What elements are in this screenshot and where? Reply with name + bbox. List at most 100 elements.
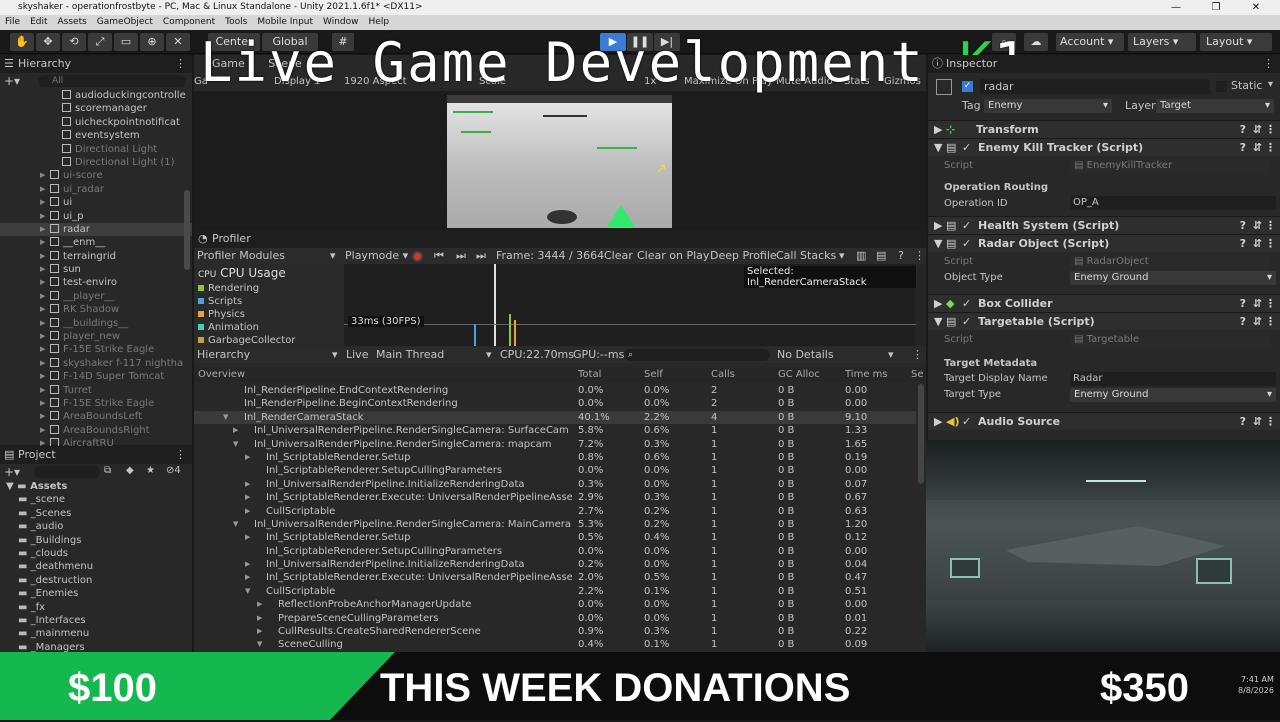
hierarchy-item[interactable]: ▶ F-15E Strike Eagle (0, 343, 192, 356)
cpu-module[interactable]: CPU CPU Usage Rendering Scripts Physics Ani… (194, 264, 344, 346)
collapsed-icon[interactable]: ▶ (245, 478, 250, 491)
add-icon[interactable]: +▾ (4, 465, 20, 479)
thread-dropdown[interactable]: Main Thread (376, 347, 444, 363)
next-frame-icon[interactable]: ⏭ (456, 248, 466, 264)
preset-icon[interactable]: ⇵ (1253, 413, 1262, 431)
hierarchy-item[interactable]: ▶ sun (0, 263, 192, 276)
foldout-icon[interactable]: ▶ (40, 263, 45, 276)
preset-icon[interactable]: ⇵ (1253, 313, 1262, 331)
collapsed-icon[interactable]: ▶ (245, 451, 250, 464)
profiler-row[interactable]: ▶ CullResults.CreateSharedRendererScene 0.… (194, 625, 916, 638)
preset-icon[interactable]: ⇵ (1253, 121, 1262, 139)
kebab-menu-icon[interactable]: ⋮ (1265, 413, 1276, 431)
legend-item[interactable]: Animation (194, 321, 344, 334)
add-icon[interactable]: +▾ (4, 74, 20, 88)
collapsed-icon[interactable]: ▶ (245, 505, 250, 518)
close-button[interactable]: ✕ (1236, 0, 1276, 15)
legend-item[interactable]: Rendering (194, 282, 344, 295)
expanded-icon[interactable]: ▼ (233, 438, 238, 451)
foldout-icon[interactable]: ▶ (40, 210, 45, 223)
hierarchy-item[interactable]: ▶ __enm__ (0, 236, 192, 249)
hierarchy-item[interactable]: ▶ AreaBoundsLeft (0, 410, 192, 423)
project-folder[interactable]: ▬ _destruction (0, 574, 192, 587)
profiler-row[interactable]: ▶ PrepareSceneCullingParameters 0.0% 0.0% 1 0… (194, 612, 916, 625)
profiler-row[interactable]: ▶ Inl_ScriptableRenderer.Setup 0.8% 0.6% 1 0 … (194, 451, 916, 464)
expanded-icon[interactable]: ▼ (257, 638, 262, 651)
profiler-row[interactable]: ▶ Inl_ScriptableRenderer.Execute: Univers… (194, 571, 916, 584)
assets-root[interactable]: ▼ ▬ Assets (0, 480, 192, 493)
hierarchy-item[interactable]: ▶ ui (0, 196, 192, 209)
enabled-checkbox[interactable]: ✓ (962, 235, 971, 253)
column-header[interactable]: Self (644, 367, 663, 382)
health-system-header[interactable]: ▶ ▤ ✓ Health System (Script) ? ⇵ ⋮ (928, 216, 1280, 234)
project-folder[interactable]: ▬ _deathmenu (0, 560, 192, 573)
filter-type-icon[interactable]: ⧉ (104, 465, 111, 476)
preset-icon[interactable]: ⇵ (1253, 235, 1262, 253)
foldout-icon[interactable]: ▶ (40, 410, 45, 423)
hierarchy-search-input[interactable]: All (38, 75, 186, 87)
enemy-kill-tracker-header[interactable]: ▼ ▤ ✓ Enemy Kill Tracker (Script) ? ⇵ ⋮ (928, 138, 1280, 156)
help-icon[interactable]: ? (1240, 121, 1246, 139)
layout-dropdown[interactable]: Layout ▾ (1200, 33, 1272, 51)
menu-file[interactable]: File (0, 15, 25, 30)
transform-tool-icon[interactable]: ⊕ (140, 33, 164, 51)
preset-icon[interactable]: ⇵ (1253, 295, 1262, 313)
legend-item[interactable]: GarbageCollector (194, 334, 344, 347)
save-icon[interactable]: ▤ (876, 248, 886, 264)
expanded-icon[interactable]: ▼ (233, 518, 238, 531)
layers-dropdown[interactable]: Layers ▾ (1128, 33, 1196, 51)
project-folder[interactable]: ▬ _Enemies (0, 587, 192, 600)
foldout-icon[interactable]: ▶ (40, 250, 45, 263)
object-type-dropdown[interactable]: Enemy Ground ▾ (1070, 271, 1276, 285)
load-icon[interactable]: ▥ (856, 248, 866, 264)
audio-source-header[interactable]: ▶ ◀) ✓ Audio Source ? ⇵ ⋮ (928, 412, 1280, 430)
foldout-icon[interactable]: ▶ (40, 370, 45, 383)
foldout-icon[interactable]: ▶ (40, 169, 45, 182)
clear-on-play-button[interactable]: Clear on Play (637, 248, 709, 264)
playmode-dropdown[interactable]: Playmode ▾ (345, 248, 408, 264)
hierarchy-item[interactable]: ▶ RK Shadow (0, 303, 192, 316)
column-header[interactable]: Total (578, 367, 601, 382)
help-icon[interactable]: ? (898, 248, 904, 264)
project-folder[interactable]: ▬ _audio (0, 520, 192, 533)
help-icon[interactable]: ? (1240, 295, 1246, 313)
object-name-field[interactable]: radar (980, 79, 1210, 94)
kebab-menu-icon[interactable]: ⋮ (1265, 313, 1276, 331)
operation-id-field[interactable]: OP_A (1070, 196, 1276, 210)
project-folder[interactable]: ▬ _clouds (0, 547, 192, 560)
column-header[interactable]: Time ms (845, 367, 888, 382)
project-folder[interactable]: ▬ _fx (0, 601, 192, 614)
profiler-row[interactable]: Inl_RenderPipeline.EndContextRendering 0.… (194, 384, 916, 397)
hand-tool-icon[interactable]: ✋ (10, 33, 34, 51)
hierarchy-item[interactable]: ▶ terraingrid (0, 250, 192, 263)
cpu-graph-scrollbar[interactable] (917, 264, 925, 346)
collapsed-icon[interactable]: ▶ (245, 491, 250, 504)
collapsed-icon[interactable]: ▶ (245, 571, 250, 584)
column-header[interactable]: Se (911, 367, 924, 382)
hierarchy-item[interactable]: ▶ ui-score (0, 169, 192, 182)
foldout-icon[interactable]: ▶ (40, 196, 45, 209)
foldout-icon[interactable]: ▶ (40, 317, 45, 330)
foldout-icon[interactable]: ▶ (40, 384, 45, 397)
collapsed-icon[interactable]: ▶ (257, 598, 262, 611)
rotate-tool-icon[interactable]: ⟲ (62, 33, 86, 51)
project-folder[interactable]: ▬ _Buildings (0, 534, 192, 547)
foldout-icon[interactable]: ▶ (40, 183, 45, 196)
enabled-checkbox[interactable]: ✓ (962, 217, 971, 235)
collapsed-icon[interactable]: ▶ (257, 612, 262, 625)
profiler-row[interactable]: ▶ Inl_ScriptableRenderer.Setup 0.5% 0.4% 1 0 … (194, 531, 916, 544)
hierarchy-item[interactable]: ▶ test-enviro (0, 276, 192, 289)
profiler-row[interactable]: ▼ SceneCulling 0.4% 0.1% 1 0 B 0.09 (194, 638, 916, 651)
help-icon[interactable]: ? (1240, 139, 1246, 157)
panel-menu-icon[interactable]: ⋮ (175, 55, 186, 73)
deep-profile-button[interactable]: Deep Profile (710, 248, 777, 264)
project-folder[interactable]: ▬ _scene (0, 493, 192, 506)
foldout-icon[interactable]: ▶ (40, 357, 45, 370)
minimize-button[interactable]: — (1156, 0, 1196, 15)
collapsed-icon[interactable]: ▶ (257, 625, 262, 638)
kebab-menu-icon[interactable]: ⋮ (1265, 121, 1276, 139)
column-header[interactable]: Overview (198, 367, 245, 382)
foldout-icon[interactable]: ▶ (40, 276, 45, 289)
last-frame-icon[interactable]: ⏭ (476, 248, 486, 264)
hierarchy-tab[interactable]: Hierarchy ☰ ⋮ (0, 55, 192, 73)
